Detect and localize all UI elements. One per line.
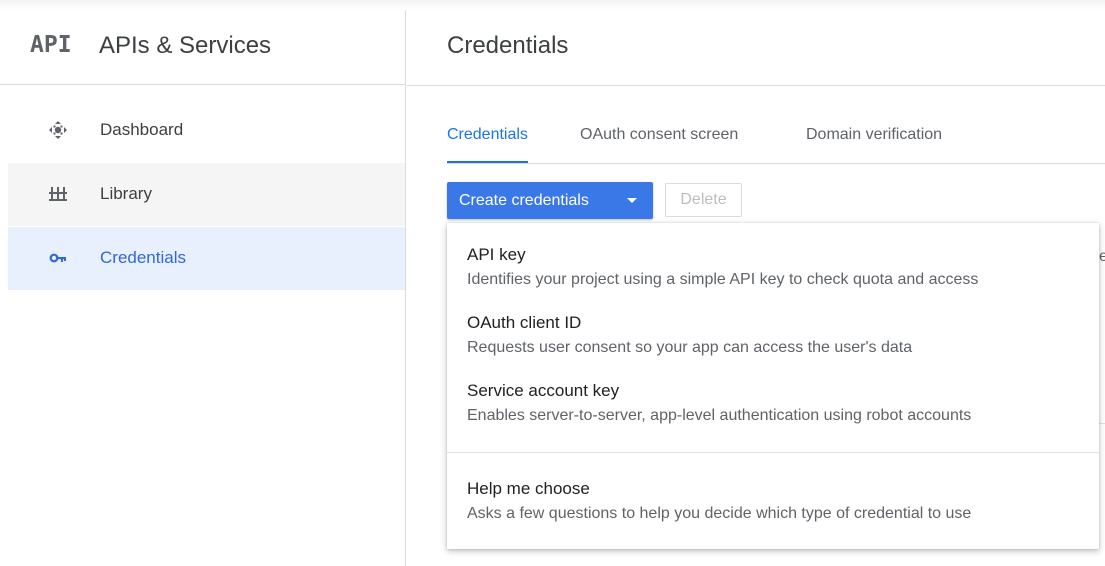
create-credentials-label: Create credentials (459, 191, 589, 209)
api-logo: API (30, 32, 72, 58)
sidebar-item-label: Dashboard (100, 120, 184, 139)
menu-item-description: Asks a few questions to help you decide … (467, 505, 972, 522)
key-icon (49, 249, 67, 267)
menu-item-service-account-key[interactable]: Service account key Enables server-to-se… (467, 380, 1087, 427)
menu-item-api-key[interactable]: API key Identifies your project using a … (467, 244, 1087, 291)
tab-domain-verification[interactable]: Domain verification (806, 126, 942, 163)
sidebar-item-credentials[interactable]: Credentials (8, 227, 405, 290)
tab-bar: Credentials OAuth consent screen Domain … (447, 126, 1105, 164)
menu-item-oauth-client-id[interactable]: OAuth client ID Requests user consent so… (467, 312, 1087, 359)
truncated-text: e (1099, 248, 1105, 265)
create-credentials-menu: API key Identifies your project using a … (447, 223, 1099, 549)
tabs-divider (447, 163, 1105, 164)
caret-down-icon (627, 198, 637, 203)
tab-credentials[interactable]: Credentials (447, 126, 528, 164)
menu-item-title: Help me choose (467, 479, 590, 498)
library-icon (49, 185, 67, 203)
sidebar-title: APIs & Services (99, 32, 272, 59)
tab-oauth-consent-screen[interactable]: OAuth consent screen (580, 126, 738, 163)
menu-item-title: OAuth client ID (467, 313, 582, 332)
menu-item-description: Identifies your project using a simple A… (467, 271, 979, 288)
menu-item-description: Requests user consent so your app can ac… (467, 339, 913, 356)
sidebar-item-library[interactable]: Library (8, 163, 405, 226)
header-divider (407, 85, 1105, 86)
sidebar-item-dashboard[interactable]: Dashboard (8, 99, 405, 162)
delete-button[interactable]: Delete (665, 183, 742, 217)
menu-item-title: Service account key (467, 381, 620, 400)
sidebar-item-label: Credentials (100, 248, 186, 267)
menu-item-title: API key (467, 245, 526, 264)
menu-divider (447, 452, 1099, 453)
create-credentials-button[interactable]: Create credentials (447, 182, 653, 219)
top-shadow (0, 0, 1105, 10)
menu-item-description: Enables server-to-server, app-level auth… (467, 407, 972, 424)
menu-item-help-me-choose[interactable]: Help me choose Asks a few questions to h… (467, 478, 1087, 525)
sidebar-item-label: Library (100, 184, 152, 203)
dashboard-icon (49, 121, 67, 139)
table-divider (1099, 423, 1105, 424)
page-title: Credentials (447, 32, 569, 59)
sidebar-header: API APIs & Services (0, 10, 405, 85)
sidebar: API APIs & Services Dashboard Library Cr… (0, 10, 406, 566)
